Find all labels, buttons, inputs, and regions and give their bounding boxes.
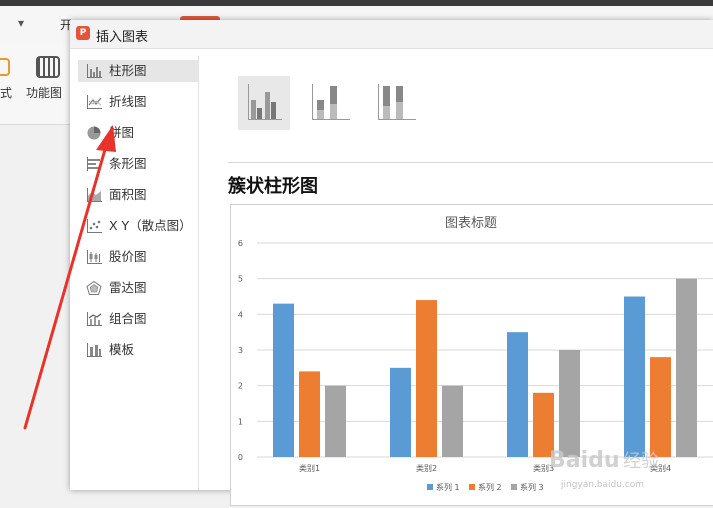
percent-stacked-column-icon	[378, 84, 416, 120]
category-item-line[interactable]: 折线图	[78, 91, 198, 113]
chart-subtype-title: 簇状柱形图	[228, 176, 318, 197]
bar-2-1	[299, 371, 320, 457]
category-item-radar[interactable]: 雷达图	[78, 277, 198, 299]
pie-chart-icon	[87, 126, 101, 140]
bar-1-3	[507, 332, 528, 457]
bar-3-1	[325, 385, 346, 457]
y-tick-label: 0	[238, 453, 243, 462]
bar-3-4	[676, 278, 697, 457]
watermark-url: jingyan.baidu.com	[560, 480, 644, 490]
variant-percent-stacked-column[interactable]	[370, 76, 422, 130]
bar-2-2	[416, 300, 437, 457]
dialog-title: 插入图表	[96, 30, 149, 45]
line-chart-icon	[87, 95, 102, 109]
y-tick-label: 6	[238, 239, 243, 248]
category-label: 组合图	[109, 311, 147, 326]
y-tick-label: 1	[238, 417, 243, 426]
clustered-column-icon	[248, 84, 282, 120]
bar-3-2	[442, 385, 463, 457]
y-tick-label: 5	[238, 275, 243, 284]
variant-clustered-column[interactable]	[238, 76, 290, 130]
ribbon-panel: 式 功能图	[0, 44, 72, 125]
x-tick-label: 类别1	[299, 463, 320, 473]
area-chart-icon	[87, 188, 102, 202]
scatter-chart-icon	[87, 219, 102, 233]
y-tick-label: 2	[238, 382, 243, 391]
stock-chart-icon	[87, 250, 102, 264]
app-logo-icon: P	[76, 26, 90, 40]
category-label: 折线图	[109, 94, 147, 109]
category-item-scatter[interactable]: X Y（散点图）	[78, 215, 198, 237]
bar-1-4	[624, 296, 645, 457]
legend-label: 系列 2	[478, 482, 502, 492]
column-chart-icon	[87, 64, 102, 78]
variant-stacked-column[interactable]	[304, 76, 356, 130]
bar-2-4	[650, 357, 671, 457]
chevron-down-icon[interactable]: ▾	[18, 16, 24, 30]
category-item-column[interactable]: 柱形图	[78, 60, 198, 82]
watermark-brand: Baidu	[549, 448, 620, 473]
chart-preview-svg: 图表标题0123456类别1 类别2 类别3 类别4系列 1 系列 2 系列 3Baidu…	[238, 216, 713, 492]
legend-swatch	[511, 484, 517, 490]
category-label: 柱形图	[109, 63, 147, 78]
legend-swatch	[469, 484, 475, 490]
bar-3-3	[559, 350, 580, 457]
category-item-template[interactable]: 模板	[78, 339, 198, 361]
x-tick-label: 类别2	[416, 463, 437, 473]
insert-chart-dialog: P 插入图表 柱形图 折线图 饼图 条形图 面积图 X Y（散点图） 股价图 雷…	[70, 20, 713, 506]
category-item-stock[interactable]: 股价图	[78, 246, 198, 268]
category-item-combo[interactable]: 组合图	[78, 308, 198, 330]
category-label: 条形图	[109, 156, 147, 171]
combo-chart-icon	[87, 312, 102, 326]
y-tick-label: 3	[238, 346, 243, 355]
category-label: 模板	[109, 342, 135, 357]
bar-1-1	[273, 303, 294, 457]
dialog-title-bar: P 插入图表	[70, 20, 713, 49]
legend-label: 系列 1	[436, 482, 460, 492]
ribbon-function-chart-label[interactable]: 功能图	[26, 84, 62, 101]
category-item-pie[interactable]: 饼图	[78, 122, 198, 144]
bar-chart-icon	[87, 157, 101, 171]
category-label: X Y（散点图）	[109, 218, 192, 233]
stacked-column-icon	[312, 84, 350, 120]
legend-label: 系列 3	[520, 482, 544, 492]
radar-chart-icon	[86, 281, 102, 295]
category-label: 雷达图	[109, 280, 147, 295]
category-label: 饼图	[109, 125, 135, 140]
category-label: 股价图	[109, 249, 147, 264]
chart-title: 图表标题	[445, 216, 497, 231]
category-label: 面积图	[109, 187, 147, 202]
function-chart-icon[interactable]	[36, 56, 60, 78]
watermark-brand-cn: 经验	[623, 451, 659, 472]
chart-preview-panel: 簇状柱形图 图表标题 0 1 2 3 4 5 6 类别1 类别2 类别3 类别4 系列 1 系列 2 系列 …	[208, 56, 713, 506]
category-item-bar[interactable]: 条形图	[78, 153, 198, 175]
y-tick-label: 4	[238, 310, 243, 319]
section-divider	[228, 162, 713, 163]
chart-preview: 图表标题 0 1 2 3 4 5 6 类别1 类别2 类别3 类别4 系列 1 系列 2 系列 3 Baidu…	[230, 204, 713, 506]
category-item-area[interactable]: 面积图	[78, 184, 198, 206]
template-icon	[87, 343, 102, 357]
ribbon-style-label[interactable]: 式	[0, 84, 12, 101]
chart-category-list: 柱形图 折线图 饼图 条形图 面积图 X Y（散点图） 股价图 雷达图 组合图 …	[78, 56, 199, 490]
legend-swatch	[427, 484, 433, 490]
shape-icon[interactable]	[0, 58, 10, 76]
bar-1-2	[390, 367, 411, 457]
